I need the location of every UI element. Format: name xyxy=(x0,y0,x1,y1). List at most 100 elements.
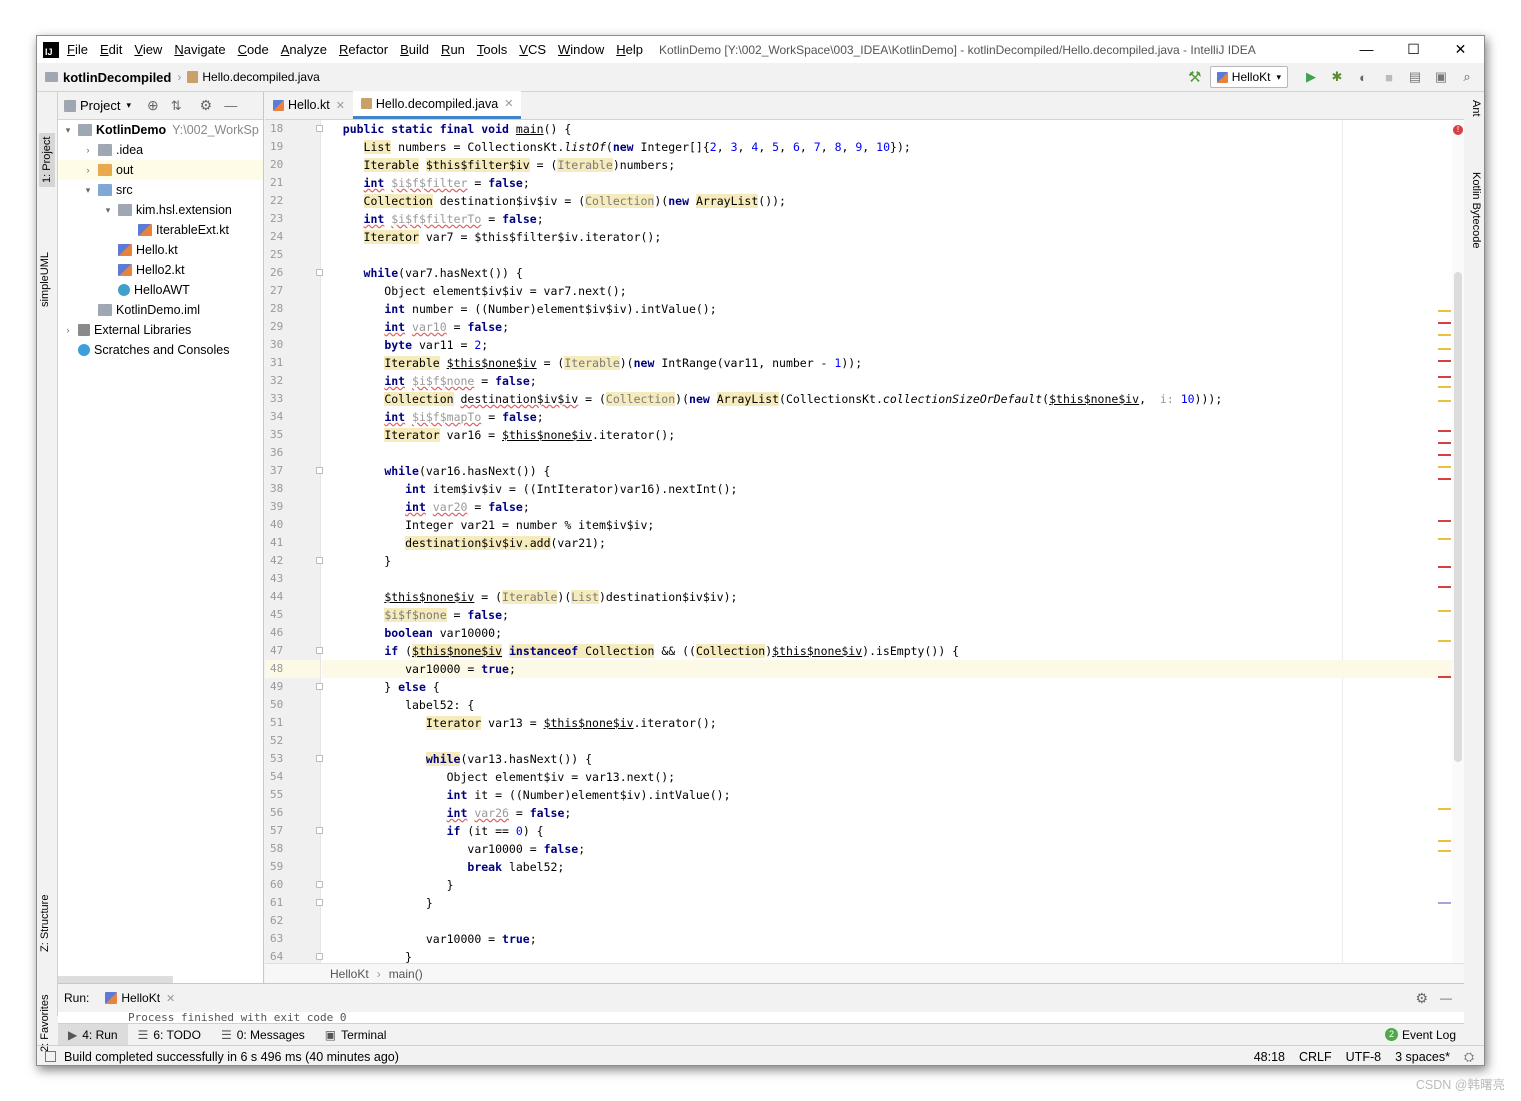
line-separator[interactable]: CRLF xyxy=(1299,1050,1332,1064)
minimize-button[interactable]: — xyxy=(1343,36,1390,63)
code-line[interactable]: } xyxy=(322,876,1452,894)
code-line[interactable]: break label52; xyxy=(322,858,1452,876)
code-line[interactable]: int it = ((Number)element$iv).intValue()… xyxy=(322,786,1452,804)
code-line[interactable]: } xyxy=(322,948,1452,963)
expand-arrow-icon[interactable]: ▾ xyxy=(102,205,114,216)
code-line[interactable]: Collection destination$iv$iv = (Collecti… xyxy=(322,390,1452,408)
code-line[interactable]: int $i$f$filterTo = false; xyxy=(322,210,1452,228)
menu-item-code[interactable]: Code xyxy=(238,42,269,57)
editor-vertical-scrollbar[interactable]: ! xyxy=(1438,120,1464,963)
stripe-mark[interactable] xyxy=(1438,640,1451,642)
code-line[interactable]: int var26 = false; xyxy=(322,804,1452,822)
code-line[interactable] xyxy=(322,732,1452,750)
stripe-mark[interactable] xyxy=(1438,520,1451,522)
favorites-tool-button[interactable]: 2: Favorites xyxy=(39,995,51,1052)
stripe-mark[interactable] xyxy=(1438,400,1451,402)
menu-item-file[interactable]: File xyxy=(67,42,88,57)
menu-item-view[interactable]: View xyxy=(134,42,162,57)
lock-icon[interactable]: ⛭ xyxy=(1464,1050,1474,1065)
menu-item-tools[interactable]: Tools xyxy=(477,42,507,57)
menu-item-vcs[interactable]: VCS xyxy=(519,42,546,57)
code-line[interactable]: Collection destination$iv$iv = (Collecti… xyxy=(322,192,1452,210)
code-line[interactable] xyxy=(322,570,1452,588)
code-line[interactable]: Object element$iv$iv = var7.next(); xyxy=(322,282,1452,300)
stripe-mark[interactable] xyxy=(1438,676,1451,678)
code-line[interactable]: boolean var10000; xyxy=(322,624,1452,642)
run-tab-label[interactable]: HelloKt xyxy=(121,991,160,1005)
code-line[interactable]: Iterator var16 = $this$none$iv.iterator(… xyxy=(322,426,1452,444)
tree-item[interactable]: ▾ kim.hsl.extension xyxy=(58,200,263,220)
stripe-mark[interactable] xyxy=(1438,538,1451,540)
tree-item[interactable]: Hello2.kt xyxy=(58,260,263,280)
tree-item[interactable]: ▾ src xyxy=(58,180,263,200)
tree-item[interactable]: KotlinDemo.iml xyxy=(58,300,263,320)
stripe-mark[interactable] xyxy=(1438,454,1451,456)
expand-arrow-icon[interactable]: ▾ xyxy=(62,125,74,136)
breadcrumb-class[interactable]: HelloKt xyxy=(330,967,369,981)
code-line[interactable]: $this$none$iv = (Iterable)(List)destinat… xyxy=(322,588,1452,606)
build-hammer-icon[interactable]: ⚒ xyxy=(1184,66,1206,88)
menu-item-window[interactable]: Window xyxy=(558,42,604,57)
stripe-mark[interactable] xyxy=(1438,430,1451,432)
tree-item[interactable]: HelloAWT xyxy=(58,280,263,300)
stripe-mark[interactable] xyxy=(1438,466,1451,468)
code-line[interactable]: int $i$f$mapTo = false; xyxy=(322,408,1452,426)
stripe-mark[interactable] xyxy=(1438,610,1451,612)
code-line[interactable] xyxy=(322,912,1452,930)
gear-icon[interactable]: ⚙ xyxy=(1415,990,1428,1007)
run-config-select[interactable]: HelloKt ▾ xyxy=(1209,66,1288,88)
code-line[interactable]: } else { xyxy=(322,678,1452,696)
stop-icon[interactable]: ■ xyxy=(1378,66,1400,88)
code-line[interactable]: while(var16.hasNext()) { xyxy=(322,462,1452,480)
code-line[interactable]: $i$f$none = false; xyxy=(322,606,1452,624)
maximize-button[interactable]: ☐ xyxy=(1390,36,1437,63)
editor-tab[interactable]: Hello.kt ✕ xyxy=(265,91,353,119)
stripe-mark[interactable] xyxy=(1438,376,1451,378)
terminal-icon[interactable]: ▣ xyxy=(1430,66,1452,88)
indent-setting[interactable]: 3 spaces* xyxy=(1395,1050,1450,1064)
code-line[interactable]: } xyxy=(322,552,1452,570)
stripe-mark[interactable] xyxy=(1438,348,1451,350)
tree-item[interactable]: › External Libraries xyxy=(58,320,263,340)
expand-arrow-icon[interactable]: ▾ xyxy=(82,185,94,196)
close-tab-icon[interactable]: ✕ xyxy=(504,97,513,110)
tree-item[interactable]: IterableExt.kt xyxy=(58,220,263,240)
run-icon[interactable]: ▶ xyxy=(1300,66,1322,88)
menu-item-help[interactable]: Help xyxy=(616,42,643,57)
tree-item[interactable]: › .idea xyxy=(58,140,263,160)
kotlin-bytecode-tool-button[interactable]: Kotlin Bytecode xyxy=(1470,172,1482,248)
code-line[interactable]: int var10 = false; xyxy=(322,318,1452,336)
code-line[interactable]: int $i$f$none = false; xyxy=(322,372,1452,390)
chevron-down-icon[interactable]: ▾ xyxy=(126,100,131,111)
bottom-tab[interactable]: ▶ 4: Run xyxy=(58,1023,128,1046)
stripe-mark[interactable] xyxy=(1438,310,1451,312)
stripe-mark[interactable] xyxy=(1438,808,1451,810)
stripe-mark[interactable] xyxy=(1438,442,1451,444)
stripe-mark[interactable] xyxy=(1438,840,1451,842)
gear-icon[interactable]: ⚙ xyxy=(200,97,213,114)
code-line[interactable]: while(var13.hasNext()) { xyxy=(322,750,1452,768)
hide-panel-icon[interactable]: — xyxy=(224,98,237,113)
code-line[interactable]: var10000 = true; xyxy=(322,660,1452,678)
stripe-mark[interactable] xyxy=(1438,902,1451,904)
close-tab-icon[interactable]: ✕ xyxy=(336,99,345,112)
code-line[interactable]: Iterator var7 = $this$filter$iv.iterator… xyxy=(322,228,1452,246)
horizontal-scrollbar[interactable] xyxy=(58,976,173,983)
nav-file-crumb[interactable]: Hello.decompiled.java xyxy=(202,70,319,84)
code-line[interactable]: List numbers = CollectionsKt.listOf(new … xyxy=(322,138,1452,156)
stripe-mark[interactable] xyxy=(1438,360,1451,362)
code-line[interactable] xyxy=(322,444,1452,462)
expand-arrow-icon[interactable]: › xyxy=(62,325,74,335)
code-line[interactable]: int number = ((Number)element$iv$iv).int… xyxy=(322,300,1452,318)
code-line[interactable]: if (it == 0) { xyxy=(322,822,1452,840)
stripe-mark[interactable] xyxy=(1438,478,1451,480)
tree-item[interactable]: Hello.kt xyxy=(58,240,263,260)
code-line[interactable]: label52: { xyxy=(322,696,1452,714)
close-button[interactable]: ✕ xyxy=(1437,36,1484,63)
code-line[interactable]: var10000 = true; xyxy=(322,930,1452,948)
project-structure-icon[interactable]: ▤ xyxy=(1404,66,1426,88)
expand-arrow-icon[interactable]: › xyxy=(82,165,94,175)
stripe-mark[interactable] xyxy=(1438,566,1451,568)
code-line[interactable]: var10000 = false; xyxy=(322,840,1452,858)
error-indicator-icon[interactable]: ! xyxy=(1453,125,1463,135)
